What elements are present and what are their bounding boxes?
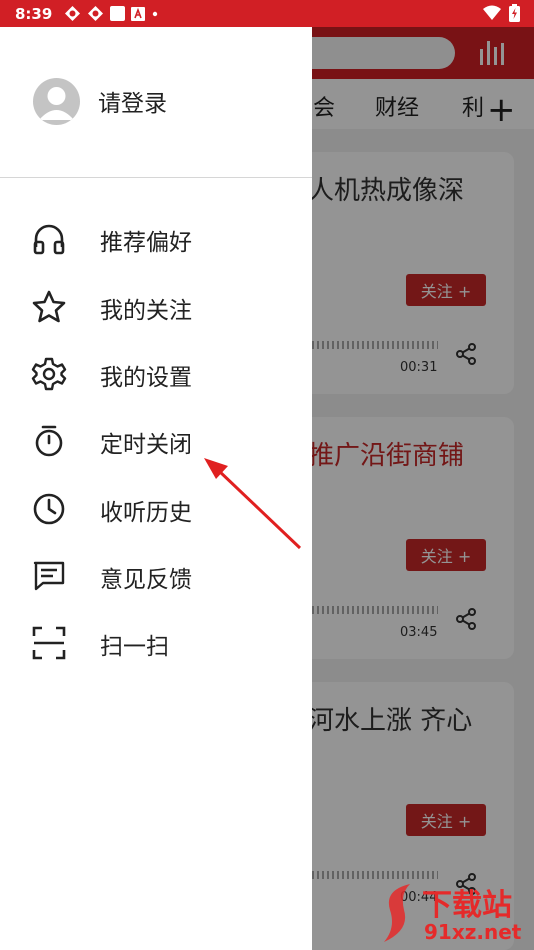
watermark-brand: 下载站 <box>422 888 512 923</box>
annotation-arrow <box>204 458 302 550</box>
watermark-swoosh-icon <box>384 884 410 942</box>
watermark-logo: 下载站 91xz.net <box>380 880 530 946</box>
watermark-url: 91xz.net <box>424 920 522 944</box>
